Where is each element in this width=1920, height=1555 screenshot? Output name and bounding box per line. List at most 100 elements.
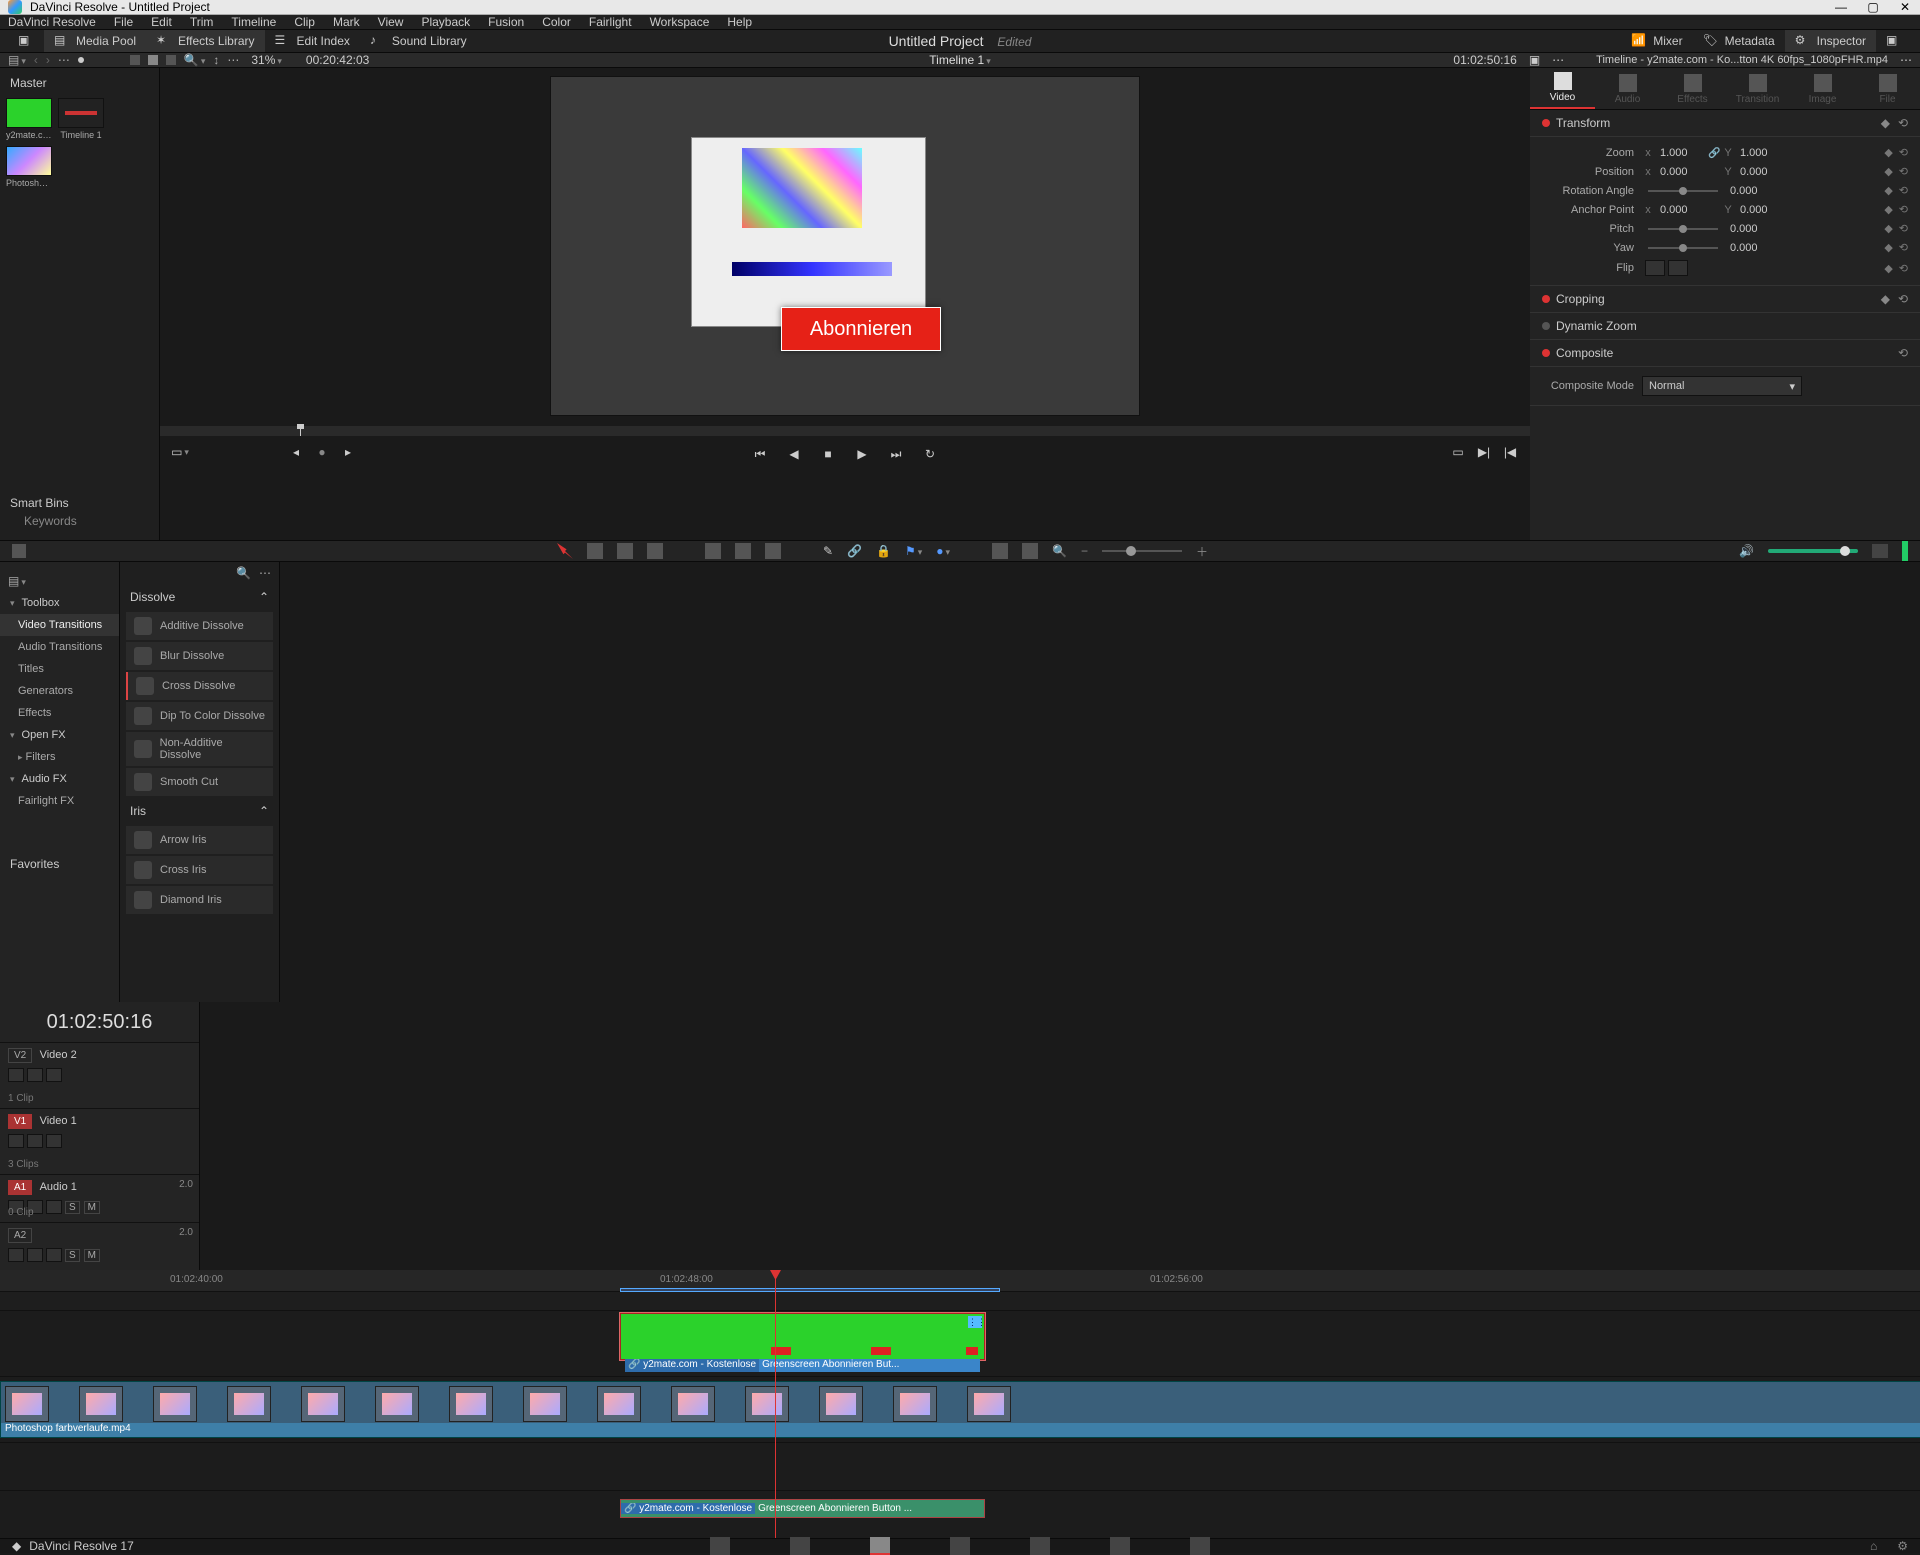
inspector-tab-image[interactable]: Image [1790,74,1855,109]
collapse-icon[interactable]: ⌃ [259,804,269,818]
pos-y-input[interactable]: 0.000 [1734,166,1788,178]
yaw-slider[interactable] [1648,247,1718,249]
viewer-zoom[interactable]: 31% [251,53,282,67]
clip-v1[interactable]: Photoshop farbverlaufe.mp4 [0,1381,1920,1438]
inspector-tab-file[interactable]: File [1855,74,1920,109]
reset-icon[interactable]: ⟲ [1899,184,1908,197]
inspector-tab-video[interactable]: Video [1530,72,1595,109]
keyframe-icon[interactable]: ◆ [1884,165,1892,178]
loop-icon[interactable]: ↻ [922,446,938,462]
clip-v2[interactable]: ⋮⋮ 🔗 y2mate.com - KostenloseGreenscreen … [620,1313,985,1360]
trim-tool-icon[interactable] [587,543,603,559]
clip-a2[interactable]: 🔗 y2mate.com - KostenloseGreenscreen Abo… [620,1499,985,1518]
section-dissolve[interactable]: Dissolve⌃ [120,584,279,610]
sound-library-button[interactable]: ♪Sound Library [360,30,477,52]
cat-effects[interactable]: Effects [0,702,119,724]
inspector-tab-effects[interactable]: Effects [1660,74,1725,109]
lock-track-icon[interactable] [8,1134,24,1148]
prev-edit-icon[interactable]: ◂ [288,444,304,460]
reset-icon[interactable]: ⟲ [1899,203,1908,216]
cat-generators[interactable]: Generators [0,680,119,702]
step-back-icon[interactable]: ◀ [786,446,802,462]
overlay-mode-icon[interactable]: ▭ [172,444,188,460]
pitch-slider[interactable] [1648,228,1718,230]
track-v1[interactable]: Photoshop farbverlaufe.mp4 [0,1376,1920,1442]
zoom-y-input[interactable]: 1.000 [1734,147,1788,159]
sort-icon[interactable]: ↕ [213,53,219,67]
go-start-icon[interactable]: ⏮ [752,446,768,462]
page-fairlight[interactable] [1110,1537,1130,1555]
expand-panel-button[interactable]: ▣ [1876,30,1912,52]
menu-file[interactable]: File [114,15,133,29]
track-a1[interactable] [0,1442,1920,1490]
detail-zoom-icon[interactable] [1022,543,1038,559]
lock-icon[interactable]: 🔒 [876,544,891,558]
zoom-slider[interactable] [1102,550,1182,552]
marker-icon[interactable]: ● [936,544,950,558]
fullscreen-toggle[interactable]: ▣ [8,30,44,52]
reset-icon[interactable]: ⟲ [1898,116,1908,130]
page-deliver[interactable] [1190,1537,1210,1555]
transition-item[interactable]: Additive Dissolve [126,612,273,640]
arm-icon[interactable] [46,1248,62,1262]
track-badge[interactable]: V1 [8,1114,32,1129]
cat-titles[interactable]: Titles [0,658,119,680]
keyframe-icon[interactable]: ◆ [1881,292,1890,306]
menu-timeline[interactable]: Timeline [231,15,276,29]
edit-index-button[interactable]: ☰Edit Index [265,30,360,52]
transition-item[interactable]: Blur Dissolve [126,642,273,670]
flag-icon[interactable]: ⚑ [905,544,922,558]
menu-view[interactable]: View [378,15,404,29]
smart-bin-keywords[interactable]: Keywords [10,510,149,532]
pitch-input[interactable]: 0.000 [1724,223,1778,235]
track-badge[interactable]: A2 [8,1228,32,1243]
track-head-v1[interactable]: V1 Video 1 3 Clips [0,1108,199,1174]
anchor-y-input[interactable]: 0.000 [1734,204,1788,216]
link-icon[interactable]: 🔗 [847,544,862,558]
menu-davinci[interactable]: DaVinci Resolve [8,15,96,29]
bin-view-mode[interactable]: ▤ [8,53,26,67]
dim-icon[interactable] [1872,544,1888,558]
reset-icon[interactable]: ⟲ [1899,146,1908,159]
thumb-sml-icon[interactable] [130,55,140,65]
arm-icon[interactable] [46,1200,62,1214]
timeline-ruler[interactable]: 01:02:40:00 01:02:48:00 01:02:56:00 [0,1270,1920,1292]
append-icon[interactable] [705,543,721,559]
play-icon[interactable]: ▶ [854,446,870,462]
next-frame-icon[interactable]: ▶| [1476,444,1492,460]
cat-filters[interactable]: Filters [0,746,119,768]
transition-item[interactable]: Cross Dissolve [126,672,273,700]
composite-mode-select[interactable]: Normal▾ [1642,376,1802,396]
keyframe-icon[interactable]: ◆ [1884,222,1892,235]
menu-playback[interactable]: Playback [421,15,470,29]
menu-edit[interactable]: Edit [151,15,172,29]
scrub-marker[interactable] [300,426,301,436]
track-a2[interactable]: 🔗 y2mate.com - KostenloseGreenscreen Abo… [0,1490,1920,1538]
section-transform[interactable]: Transform◆⟲ [1530,110,1920,137]
replace-icon[interactable] [765,543,781,559]
thumb-grid-icon[interactable] [148,55,158,65]
menu-trim[interactable]: Trim [190,15,214,29]
disable-track-icon[interactable] [46,1134,62,1148]
dynamic-trim-icon[interactable]: ✎ [823,544,833,558]
nav-back-icon[interactable]: ‹ [34,53,38,67]
mute-button[interactable]: M [84,1201,100,1214]
reset-icon[interactable]: ⟲ [1899,241,1908,254]
rotation-slider[interactable] [1648,190,1718,192]
cat-fairlightfx[interactable]: Fairlight FX [0,790,119,812]
cat-video-transitions[interactable]: Video Transitions [0,614,119,636]
cat-audio-transitions[interactable]: Audio Transitions [0,636,119,658]
viewer-options-icon[interactable]: ⋯ [1552,53,1564,67]
page-color[interactable] [1030,1537,1050,1555]
flip-v-button[interactable] [1668,260,1688,276]
media-pool-button[interactable]: ▤Media Pool [44,30,146,52]
keyframe-icon[interactable]: ◆ [1884,262,1892,275]
page-fusion[interactable] [950,1537,970,1555]
group-openfx[interactable]: Open FX [0,724,119,746]
timeline-timecode[interactable]: 01:02:50:16 [0,1002,199,1042]
track-v2[interactable]: ⋮⋮ 🔗 y2mate.com - KostenloseGreenscreen … [0,1310,1920,1376]
lock-track-icon[interactable] [8,1248,24,1262]
track-head-a1[interactable]: A1 Audio 1 2.0 SM 0 Clip [0,1174,199,1222]
timeline-selector[interactable]: Timeline 1 [929,53,990,67]
reset-icon[interactable]: ⟲ [1898,346,1908,360]
